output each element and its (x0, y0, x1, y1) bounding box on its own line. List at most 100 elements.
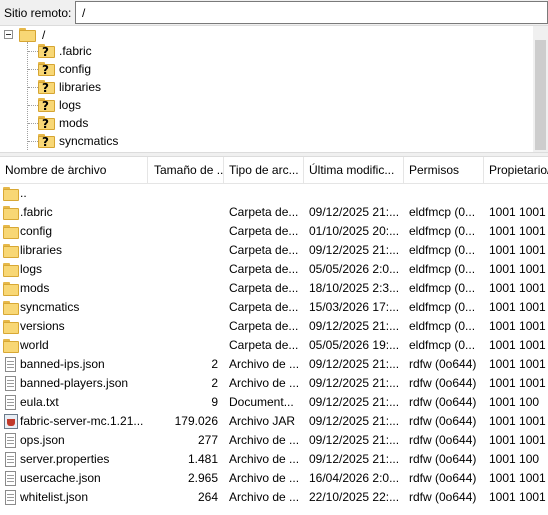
file-name: ops.json (20, 433, 65, 447)
folder-icon (3, 243, 19, 258)
file-type: Document... (229, 395, 294, 409)
file-permissions: eldfmcp (0... (409, 262, 476, 276)
file-name: versions (20, 319, 65, 333)
unknown-folder-icon: ? (38, 62, 55, 77)
table-row[interactable]: .. (0, 184, 548, 203)
tree-item-logs[interactable]: ? logs (38, 96, 81, 114)
sort-ascending-icon: ^ (68, 164, 73, 174)
folder-icon (3, 319, 19, 334)
column-header-type[interactable]: Tipo de arc... (224, 157, 304, 183)
file-type: Carpeta de... (229, 243, 299, 257)
table-row[interactable]: whitelist.json 264 Archivo de ... 22/10/202… (0, 488, 548, 507)
column-header-name[interactable]: ^ Nombre de archivo (0, 157, 148, 183)
file-owner: 1001 1001 (489, 243, 546, 257)
collapse-toggle-icon[interactable] (4, 30, 13, 39)
column-header-modified[interactable]: Última modific... (304, 157, 404, 183)
table-row[interactable]: eula.txt 9 Document... 09/12/2025 21:... rdf… (0, 393, 548, 412)
file-size: 2 (211, 376, 218, 390)
table-row[interactable]: config Carpeta de... 01/10/2025 20:... eldf… (0, 222, 548, 241)
file-icon (3, 471, 19, 486)
file-permissions: rdfw (0o644) (409, 471, 477, 485)
file-name: fabric-server-mc.1.21... (20, 414, 144, 428)
file-modified: 16/04/2026 2:0... (309, 471, 400, 485)
file-modified: 09/12/2025 21:... (309, 319, 400, 333)
file-modified: 09/12/2025 21:... (309, 376, 400, 390)
file-owner: 1001 1001 (489, 471, 546, 485)
file-name: usercache.json (20, 471, 101, 485)
tree-item-config[interactable]: ? config (38, 60, 91, 78)
table-row[interactable]: versions Carpeta de... 09/12/2025 21:... el… (0, 317, 548, 336)
tree-item-mods[interactable]: ? mods (38, 114, 88, 132)
file-type: Carpeta de... (229, 281, 299, 295)
folder-icon (3, 300, 19, 315)
table-row[interactable]: banned-players.json 2 Archivo de ... 09/12/… (0, 374, 548, 393)
file-modified: 01/10/2025 20:... (309, 224, 400, 238)
file-icon (3, 376, 19, 391)
file-icon (3, 357, 19, 372)
file-modified: 09/12/2025 21:... (309, 395, 400, 409)
file-name: mods (20, 281, 50, 295)
unknown-folder-icon: ? (38, 134, 55, 149)
file-owner: 1001 1001 (489, 490, 546, 504)
file-type: Archivo de ... (229, 376, 299, 390)
table-row[interactable]: libraries Carpeta de... 09/12/2025 21:... e… (0, 241, 548, 260)
table-row[interactable]: banned-ips.json 2 Archivo de ... 09/12/2025… (0, 355, 548, 374)
file-size (150, 222, 218, 241)
table-row[interactable]: usercache.json 2.965 Archivo de ... 16/04/2… (0, 469, 548, 488)
file-type: Archivo JAR (229, 414, 296, 428)
file-permissions: eldfmcp (0... (409, 205, 476, 219)
jar-file-icon (3, 414, 19, 429)
tree-scrollbar-thumb[interactable] (535, 40, 546, 150)
file-type: Archivo de ... (229, 452, 299, 466)
column-header-size[interactable]: Tamaño de ... (149, 157, 224, 183)
table-row[interactable]: server.properties 1.481 Archivo de ... 09/1… (0, 450, 548, 469)
file-size: 179.026 (174, 414, 218, 428)
file-modified: 15/03/2026 17:... (309, 300, 400, 314)
file-type: Archivo de ... (229, 471, 299, 485)
unknown-folder-icon: ? (38, 116, 55, 131)
file-name: eula.txt (20, 395, 59, 409)
table-row[interactable]: ops.json 277 Archivo de ... 09/12/2025 21:.… (0, 431, 548, 450)
tree-item-libraries[interactable]: ? libraries (38, 78, 101, 96)
tree-item-fabric[interactable]: ? .fabric (38, 42, 92, 60)
file-permissions: eldfmcp (0... (409, 243, 476, 257)
file-type: Carpeta de... (229, 338, 299, 352)
file-size: 264 (197, 490, 218, 504)
unknown-folder-icon: ? (38, 44, 55, 59)
file-size: 2.965 (187, 471, 218, 485)
file-modified: 09/12/2025 21:... (309, 433, 400, 447)
file-type: Carpeta de... (229, 319, 299, 333)
tree-item-syncmatics[interactable]: ? syncmatics (38, 132, 118, 150)
file-size: 277 (197, 433, 218, 447)
file-type: Carpeta de... (229, 300, 299, 314)
file-permissions (409, 184, 483, 203)
table-row[interactable]: .fabric Carpeta de... 09/12/2025 21:... eld… (0, 203, 548, 222)
file-size: 2 (211, 357, 218, 371)
file-type (229, 184, 299, 203)
file-name: libraries (20, 243, 63, 257)
table-row[interactable]: syncmatics Carpeta de... 15/03/2026 17:...… (0, 298, 548, 317)
table-row[interactable]: logs Carpeta de... 05/05/2026 2:0... eldfmc… (0, 260, 548, 279)
file-owner (489, 184, 548, 203)
tree-item-label: .fabric (59, 44, 92, 58)
file-permissions: eldfmcp (0... (409, 281, 476, 295)
file-permissions: eldfmcp (0... (409, 319, 476, 333)
file-owner: 1001 1001 (489, 205, 546, 219)
table-row[interactable]: mods Carpeta de... 18/10/2025 2:3... eldfmc… (0, 279, 548, 298)
file-modified: 09/12/2025 21:... (309, 357, 400, 371)
file-owner: 1001 1001 (489, 376, 546, 390)
file-name: banned-players.json (20, 376, 129, 390)
folder-icon (3, 262, 19, 277)
file-owner: 1001 1001 (489, 300, 546, 314)
file-permissions: eldfmcp (0... (409, 224, 476, 238)
file-modified: 18/10/2025 2:3... (309, 281, 400, 295)
column-header-permissions[interactable]: Permisos (404, 157, 484, 183)
file-modified: 09/12/2025 21:... (309, 414, 400, 428)
file-owner: 1001 1001 (489, 433, 546, 447)
unknown-folder-icon: ? (38, 98, 55, 113)
remote-path-input[interactable]: / (75, 1, 548, 24)
file-permissions: rdfw (0o644) (409, 376, 477, 390)
table-row[interactable]: fabric-server-mc.1.21... 179.026 Archivo J… (0, 412, 548, 431)
column-header-owner[interactable]: Propietario/... (484, 157, 548, 183)
table-row[interactable]: world Carpeta de... 05/05/2026 19:... eldfm… (0, 336, 548, 355)
